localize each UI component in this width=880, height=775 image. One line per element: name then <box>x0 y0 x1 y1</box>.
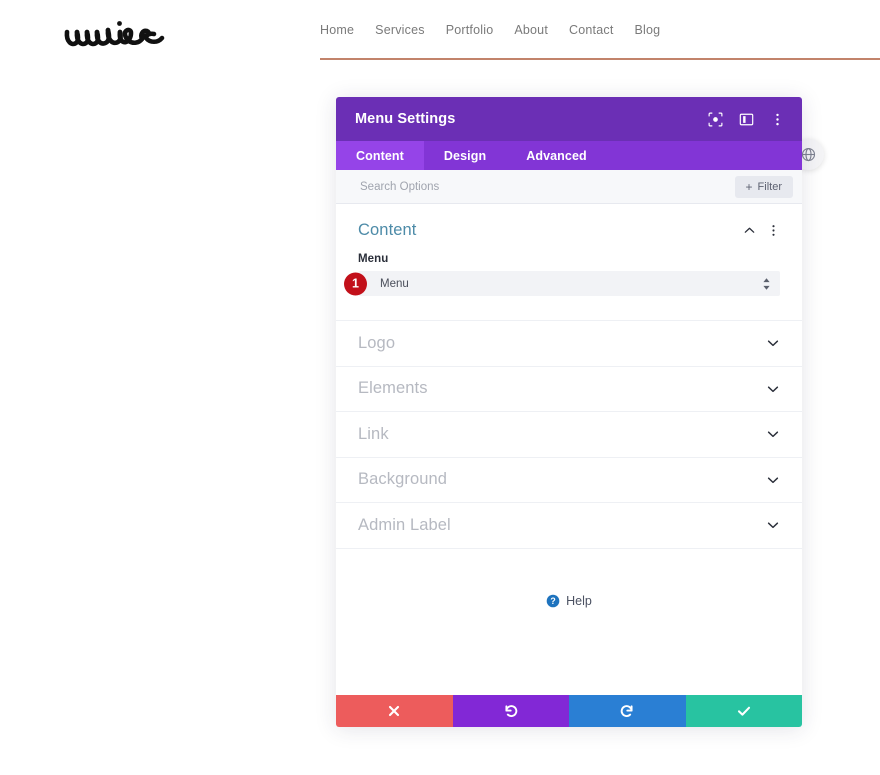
help-row[interactable]: ? Help <box>336 594 802 608</box>
modal-footer <box>336 695 802 727</box>
accordion-label: Link <box>358 424 389 443</box>
chevron-down-icon <box>766 427 780 441</box>
modal-titlebar: Menu Settings <box>336 97 802 141</box>
tab-design[interactable]: Design <box>424 141 506 170</box>
filter-button[interactable]: + Filter <box>734 175 793 198</box>
content-group-title: Content <box>358 221 417 239</box>
menu-field-label: Menu <box>358 253 389 265</box>
menu-select-wrapper: 1 Menu <box>344 271 780 296</box>
chevron-down-icon <box>766 336 780 350</box>
nav-link-contact[interactable]: Contact <box>569 24 613 37</box>
site-header: Home Services Portfolio About Contact Bl… <box>0 0 880 62</box>
accordion-elements[interactable]: Elements <box>336 367 802 412</box>
accordion-label: Elements <box>358 379 428 398</box>
chevron-up-icon[interactable] <box>743 224 756 237</box>
nav-link-blog[interactable]: Blog <box>635 24 661 37</box>
more-vertical-icon[interactable] <box>769 111 785 127</box>
chevron-down-icon <box>766 473 780 487</box>
chevron-down-icon <box>766 518 780 532</box>
menu-settings-modal: Menu Settings Content Design Advanced Se… <box>336 97 802 727</box>
chevron-down-icon <box>766 382 780 396</box>
focus-icon[interactable] <box>707 111 723 127</box>
nav-link-home[interactable]: Home <box>320 24 354 37</box>
redo-button[interactable] <box>569 695 686 727</box>
titlebar-icon-group <box>707 111 785 127</box>
accordion-logo[interactable]: Logo <box>336 321 802 367</box>
accordion-label: Logo <box>358 333 396 352</box>
filter-button-label: Filter <box>757 180 782 193</box>
search-options-row: + Filter <box>336 170 802 204</box>
content-group: Content Menu 1 Menu <box>336 204 802 321</box>
tab-content[interactable]: Content <box>336 141 424 170</box>
nav-link-services[interactable]: Services <box>375 24 425 37</box>
content-group-icons <box>743 224 780 237</box>
question-circle-icon: ? <box>546 594 560 608</box>
svg-text:?: ? <box>550 596 555 606</box>
site-navigation: Home Services Portfolio About Contact Bl… <box>320 24 660 37</box>
modal-title: Menu Settings <box>355 111 456 127</box>
more-vertical-icon[interactable] <box>767 224 780 237</box>
save-button[interactable] <box>685 695 802 727</box>
globe-icon <box>801 147 816 162</box>
step-badge-1: 1 <box>344 272 367 295</box>
accordion-label: Background <box>358 470 448 489</box>
menu-select[interactable]: Menu <box>358 271 780 296</box>
cancel-button[interactable] <box>336 695 453 727</box>
search-input[interactable] <box>358 179 735 194</box>
modal-body: Content Menu 1 Menu Logo Elements Link B… <box>336 204 802 695</box>
accordion-admin-label[interactable]: Admin Label <box>336 503 802 549</box>
help-label: Help <box>566 593 592 608</box>
nav-link-about[interactable]: About <box>514 24 548 37</box>
nav-link-portfolio[interactable]: Portfolio <box>446 24 494 37</box>
site-logo[interactable] <box>62 12 177 56</box>
header-divider-rule <box>320 58 880 60</box>
undo-button[interactable] <box>452 695 569 727</box>
content-group-header: Content <box>358 221 780 240</box>
plus-icon: + <box>745 179 753 194</box>
layout-split-icon[interactable] <box>738 111 754 127</box>
accordion-label: Admin Label <box>358 515 451 534</box>
tab-advanced[interactable]: Advanced <box>506 141 607 170</box>
accordion-link[interactable]: Link <box>336 412 802 458</box>
modal-tab-bar: Content Design Advanced <box>336 141 802 170</box>
accordion-background[interactable]: Background <box>336 458 802 503</box>
